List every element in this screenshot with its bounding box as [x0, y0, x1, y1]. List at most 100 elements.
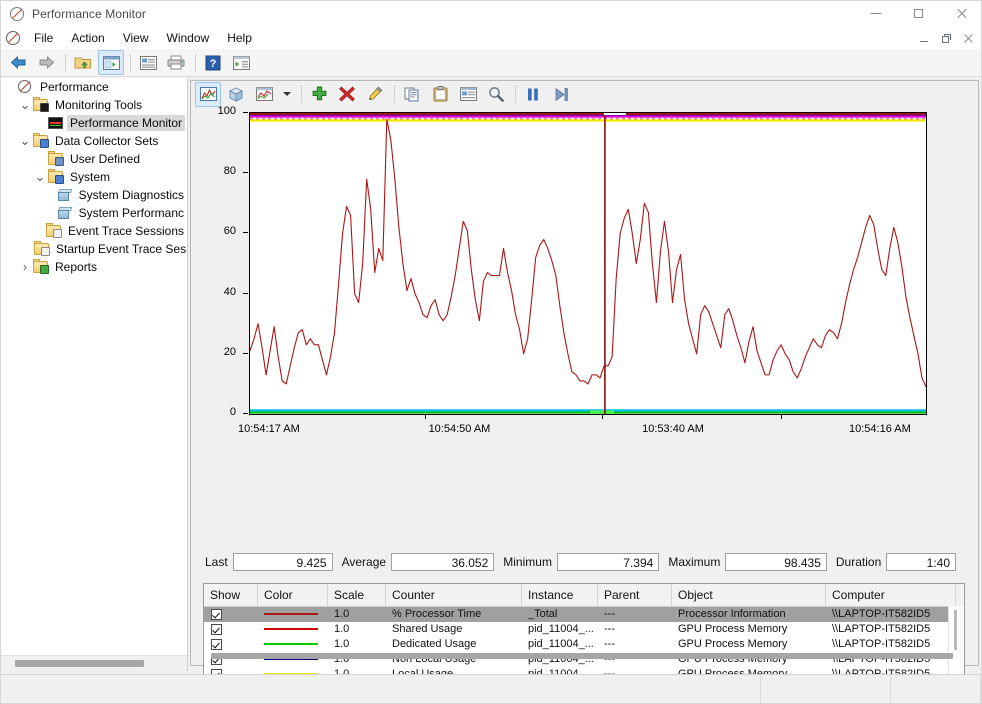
- tree-item-system-diagnostics[interactable]: System Diagnostics: [1, 186, 187, 204]
- cube-icon: [57, 207, 73, 219]
- counter-list-scrollbar-thumb[interactable]: [954, 610, 957, 650]
- menu-view[interactable]: View: [114, 28, 158, 48]
- menu-file[interactable]: File: [25, 28, 62, 48]
- chart-plot-area[interactable]: [249, 112, 927, 415]
- tree-item-event-trace-sessions[interactable]: Event Trace Sessions: [1, 222, 187, 240]
- folder-green-icon: [33, 259, 49, 274]
- mdi-close-button[interactable]: [957, 29, 979, 48]
- tree-item-startup-event-trace-ses[interactable]: Startup Event Trace Ses: [1, 240, 187, 258]
- column-header-instance[interactable]: Instance: [522, 584, 598, 606]
- restore-icon: [941, 34, 951, 43]
- chevron-down-icon[interactable]: ⌄: [33, 168, 47, 186]
- tree-item-user-defined[interactable]: User Defined: [1, 150, 187, 168]
- tree-scrollbar-thumb[interactable]: [15, 660, 144, 667]
- add-counter-button[interactable]: [306, 82, 332, 107]
- counter-show-cell[interactable]: [204, 607, 258, 622]
- mdi-minimize-button[interactable]: [913, 29, 935, 48]
- update-data-button[interactable]: [548, 82, 574, 107]
- graph-pane-scrollbar-thumb[interactable]: [211, 653, 953, 659]
- graph-properties-button[interactable]: [455, 82, 481, 107]
- print-button[interactable]: [163, 50, 189, 75]
- counter-name-cell[interactable]: % Processor Time: [386, 607, 522, 622]
- tree-item-reports[interactable]: › Reports: [1, 258, 187, 276]
- tree-item-system-performanc[interactable]: System Performanc: [1, 204, 187, 222]
- counter-name-cell[interactable]: Shared Usage: [386, 622, 522, 637]
- close-button[interactable]: [940, 1, 981, 26]
- counter-color-cell[interactable]: [258, 622, 328, 637]
- forward-button[interactable]: [33, 50, 59, 75]
- counter-row[interactable]: 1.0Shared Usagepid_11004_...---GPU Proce…: [204, 622, 964, 637]
- y-axis-tick-label: 60: [223, 225, 236, 238]
- view-report-button[interactable]: [251, 82, 277, 107]
- green-plus-icon: [312, 86, 326, 101]
- up-one-level-button[interactable]: [70, 50, 96, 75]
- column-header-parent[interactable]: Parent: [598, 584, 672, 606]
- average-value: 36.052: [391, 553, 495, 571]
- counter-computer-cell[interactable]: \\LAPTOP-IT582ID5: [826, 607, 956, 622]
- menu-help[interactable]: Help: [218, 28, 261, 48]
- chevron-down-icon: [283, 92, 291, 96]
- graph-pane-horizontal-scrollbar[interactable]: [193, 649, 976, 663]
- column-header-scale[interactable]: Scale: [328, 584, 386, 606]
- minimize-button[interactable]: [854, 1, 897, 26]
- counter-object-cell[interactable]: Processor Information: [672, 607, 826, 622]
- tree-item-system[interactable]: ⌄ System: [1, 168, 187, 186]
- app-menu-icon[interactable]: [5, 30, 21, 46]
- tree-item-data-collector-sets[interactable]: ⌄ Data Collector Sets: [1, 132, 187, 150]
- tree-item-label: System Diagnostics: [78, 188, 184, 202]
- copy-properties-button[interactable]: [399, 82, 425, 107]
- counter-show-cell[interactable]: [204, 622, 258, 637]
- show-checkbox[interactable]: [211, 608, 222, 620]
- tree-item-label: Data Collector Sets: [55, 134, 159, 148]
- column-header-show[interactable]: Show: [204, 584, 258, 606]
- tree-item-performance[interactable]: Performance: [1, 78, 187, 96]
- y-axis-tick-label: 100: [217, 105, 236, 117]
- counter-color-cell[interactable]: [258, 607, 328, 622]
- cursor-gap: [603, 113, 626, 115]
- chevron-down-icon[interactable]: ⌄: [18, 96, 32, 114]
- show-console-tree-button[interactable]: [98, 50, 124, 75]
- paste-counter-list-button[interactable]: [427, 82, 453, 107]
- view-graph-button[interactable]: [195, 81, 221, 107]
- chevron-right-icon[interactable]: ›: [18, 258, 32, 276]
- properties-button[interactable]: [135, 50, 161, 75]
- view-histogram-button[interactable]: [223, 82, 249, 107]
- show-checkbox[interactable]: [211, 623, 222, 635]
- counter-parent-cell[interactable]: ---: [598, 622, 672, 637]
- performance-monitor-window: Performance Monitor File Action View Win…: [0, 0, 982, 704]
- change-graph-type-dropdown[interactable]: [279, 82, 295, 107]
- tree-item-monitoring-tools[interactable]: ⌄ Monitoring Tools: [1, 96, 187, 114]
- counter-scale-cell[interactable]: 1.0: [328, 607, 386, 622]
- delete-counter-button[interactable]: [334, 82, 360, 107]
- zoom-to-button[interactable]: [483, 82, 509, 107]
- tree-item-performance-monitor[interactable]: Performance Monitor: [1, 114, 187, 132]
- back-button[interactable]: [5, 50, 31, 75]
- chevron-down-icon[interactable]: ⌄: [18, 132, 32, 150]
- column-header-object[interactable]: Object: [672, 584, 826, 606]
- y-axis-tick-mark: [243, 413, 248, 414]
- counter-object-cell[interactable]: GPU Process Memory: [672, 622, 826, 637]
- action-pane-icon: [232, 55, 250, 70]
- counter-scale-cell[interactable]: 1.0: [328, 622, 386, 637]
- tree-horizontal-scrollbar[interactable]: [1, 655, 187, 671]
- help-button[interactable]: ?: [200, 50, 226, 75]
- line-graph-icon: [199, 87, 217, 101]
- highlight-button[interactable]: [362, 82, 388, 107]
- folder-person-icon: [48, 151, 64, 166]
- maximize-button[interactable]: [897, 1, 940, 26]
- column-header-color[interactable]: Color: [258, 584, 328, 606]
- column-header-counter[interactable]: Counter: [386, 584, 522, 606]
- counter-row[interactable]: 1.0% Processor Time _Total --- Processor In…: [204, 607, 964, 622]
- counter-instance-cell[interactable]: pid_11004_...: [522, 622, 598, 637]
- show-hide-action-pane-button[interactable]: [228, 50, 254, 75]
- counter-parent-cell[interactable]: ---: [598, 607, 672, 622]
- folder-up-icon: [74, 57, 91, 69]
- menu-window[interactable]: Window: [158, 28, 219, 48]
- freeze-display-button[interactable]: [520, 82, 546, 107]
- show-checkbox[interactable]: [211, 638, 222, 650]
- mdi-restore-button[interactable]: [935, 29, 957, 48]
- column-header-computer[interactable]: Computer: [826, 584, 956, 606]
- menu-action[interactable]: Action: [62, 28, 113, 48]
- counter-computer-cell[interactable]: \\LAPTOP-IT582ID5: [826, 622, 956, 637]
- counter-instance-cell[interactable]: _Total: [522, 607, 598, 622]
